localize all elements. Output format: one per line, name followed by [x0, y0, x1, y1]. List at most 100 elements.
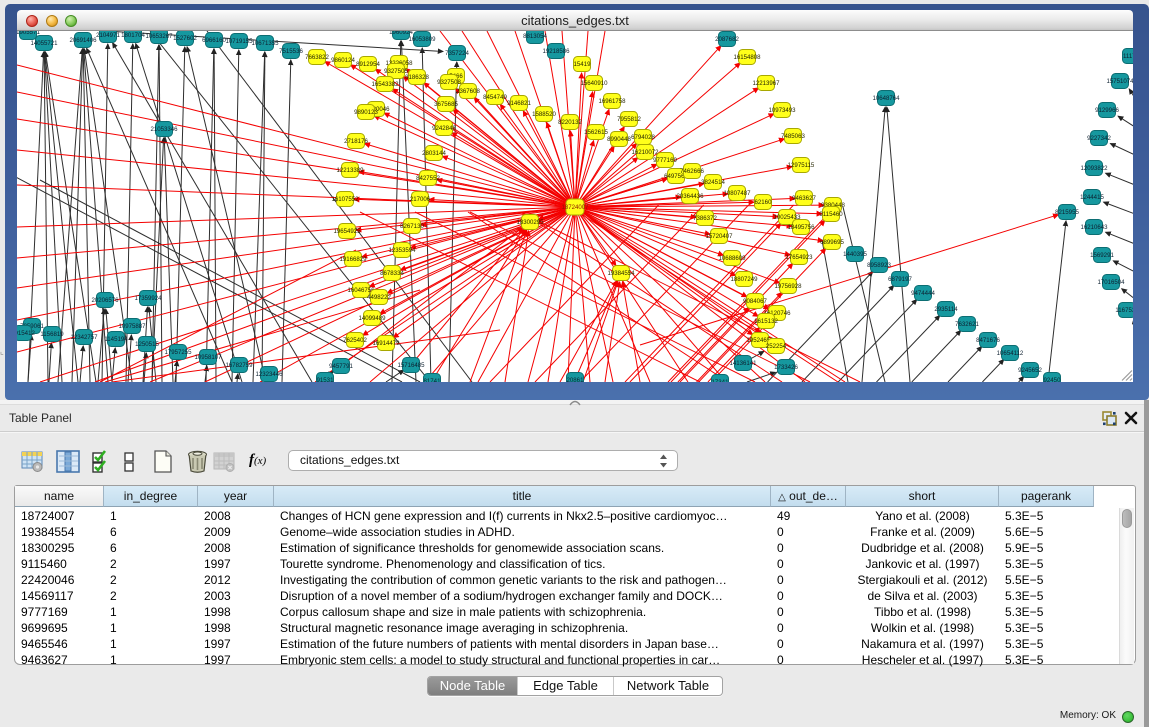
svg-text:1250515: 1250515: [135, 341, 159, 348]
svg-text:10688609: 10688609: [718, 255, 746, 262]
svg-text:2104971: 2104971: [96, 32, 120, 39]
svg-text:15720407: 15720407: [705, 233, 733, 240]
svg-text:10719155: 10719155: [225, 38, 253, 45]
svg-text:9084067: 9084067: [743, 298, 767, 305]
svg-text:8220132: 8220132: [558, 119, 582, 126]
svg-text:12093822: 12093822: [1080, 165, 1108, 172]
svg-text:18724007: 18724007: [561, 204, 589, 211]
svg-text:20861: 20861: [567, 377, 585, 382]
svg-text:9777169: 9777169: [653, 157, 677, 164]
svg-text:20364436: 20364436: [676, 193, 704, 200]
svg-text:10807487: 10807487: [723, 190, 751, 197]
svg-text:1145194: 1145194: [104, 336, 128, 343]
svg-text:19218586: 19218586: [542, 48, 570, 55]
svg-text:10653267: 10653267: [145, 33, 173, 40]
svg-text:8186328: 8186328: [405, 74, 429, 81]
svg-text:7632621: 7632621: [955, 321, 979, 328]
svg-text:19756928: 19756928: [774, 283, 802, 290]
svg-text:4498222: 4498222: [367, 294, 391, 301]
svg-text:1801704: 1801704: [121, 32, 145, 39]
svg-text:8990448: 8990448: [607, 136, 631, 143]
svg-text:3824514: 3824514: [701, 179, 725, 186]
svg-text:9327508: 9327508: [437, 79, 461, 86]
svg-text:19166829: 19166829: [339, 256, 367, 263]
svg-text:6899695: 6899695: [820, 239, 844, 246]
svg-text:8471676: 8471676: [976, 337, 1000, 344]
svg-text:8912954: 8912954: [356, 61, 380, 68]
svg-text:8678334: 8678334: [380, 270, 404, 277]
svg-text:18495756: 18495756: [787, 224, 815, 231]
svg-text:16053809: 16053809: [408, 36, 436, 43]
svg-text:15419: 15419: [574, 61, 592, 68]
svg-text:1569291: 1569291: [1090, 252, 1114, 259]
svg-text:10671355: 10671355: [251, 40, 279, 47]
svg-text:62160: 62160: [755, 199, 773, 206]
svg-text:17957255: 17957255: [164, 349, 192, 356]
svg-text:91531: 91531: [317, 377, 335, 382]
svg-text:10648764: 10648764: [872, 95, 900, 102]
svg-text:10654112: 10654112: [997, 350, 1024, 357]
svg-text:2718176: 2718176: [344, 138, 368, 145]
svg-text:1244415: 1244415: [1080, 194, 1104, 201]
svg-text:17359924: 17359924: [134, 295, 162, 302]
svg-text:9860124: 9860124: [331, 57, 355, 64]
svg-text:1733426: 1733426: [774, 364, 798, 371]
svg-text:1440395: 1440395: [843, 251, 867, 258]
svg-text:12213389: 12213389: [336, 167, 364, 174]
svg-text:15716485: 15716485: [397, 362, 425, 369]
svg-text:8427552: 8427552: [416, 175, 440, 182]
svg-text:15751074: 15751074: [1106, 78, 1133, 85]
svg-text:16210643: 16210643: [1080, 224, 1108, 231]
svg-text:1156819: 1156819: [40, 331, 64, 338]
svg-text:6794028: 6794028: [631, 134, 655, 141]
svg-text:7357224: 7357224: [445, 50, 469, 57]
svg-text:1167533: 1167533: [1115, 307, 1133, 314]
svg-text:12213967: 12213967: [752, 80, 780, 87]
svg-text:14099489: 14099489: [358, 315, 386, 322]
svg-text:1905571: 1905571: [17, 31, 40, 36]
svg-text:8215955: 8215955: [1055, 209, 1079, 216]
svg-text:16154808: 16154808: [733, 54, 761, 61]
svg-text:12975115: 12975115: [788, 162, 815, 169]
svg-text:217006: 217006: [410, 196, 431, 203]
svg-text:16782759: 16782759: [225, 362, 253, 369]
svg-text:9227342: 9227342: [1087, 135, 1111, 142]
svg-text:1527602: 1527602: [173, 35, 197, 42]
svg-text:7955812: 7955812: [617, 116, 641, 123]
svg-text:11173: 11173: [1123, 53, 1133, 60]
svg-text:92450: 92450: [1044, 377, 1062, 382]
svg-text:81741: 81741: [424, 378, 442, 382]
svg-text:15640910: 15640910: [580, 80, 608, 87]
svg-text:7386372: 7386372: [693, 215, 717, 222]
svg-text:16107552: 16107552: [331, 196, 359, 203]
svg-text:9890123: 9890123: [354, 109, 378, 116]
svg-text:16914479: 16914479: [372, 340, 400, 347]
svg-text:18300295: 18300295: [516, 219, 544, 226]
svg-text:1615132: 1615132: [754, 318, 778, 325]
svg-text:2087682: 2087682: [715, 36, 739, 43]
svg-text:9463627: 9463627: [792, 195, 816, 202]
svg-text:12342757: 12342757: [70, 334, 98, 341]
svg-text:16961758: 16961758: [598, 98, 626, 105]
svg-text:6879197: 6879197: [888, 276, 912, 283]
svg-text:16543382: 16543382: [371, 81, 399, 88]
svg-text:18807249: 18807249: [730, 276, 758, 283]
svg-text:3675685: 3675685: [434, 101, 458, 108]
svg-text:2803144: 2803144: [422, 150, 446, 157]
svg-text:9129966: 9129966: [1095, 107, 1119, 114]
svg-text:1562615: 1562615: [584, 129, 608, 136]
svg-text:19654925: 19654925: [333, 228, 361, 235]
svg-text:14136141: 14136141: [729, 360, 757, 367]
svg-text:8454749: 8454749: [483, 94, 507, 101]
svg-text:7625402: 7625402: [343, 337, 367, 344]
svg-text:7663822: 7663822: [305, 54, 329, 61]
svg-text:19384554: 19384554: [607, 270, 635, 277]
svg-text:10958107: 10958107: [194, 354, 222, 361]
svg-text:12323446: 12323446: [255, 371, 283, 378]
svg-text:2935114: 2935114: [934, 306, 958, 313]
svg-text:7515536: 7515536: [279, 48, 303, 55]
svg-text:14055721: 14055721: [30, 40, 58, 47]
svg-text:8958923: 8958923: [867, 262, 891, 269]
svg-text:9245652: 9245652: [1018, 367, 1042, 374]
svg-text:16210072: 16210072: [631, 149, 659, 156]
